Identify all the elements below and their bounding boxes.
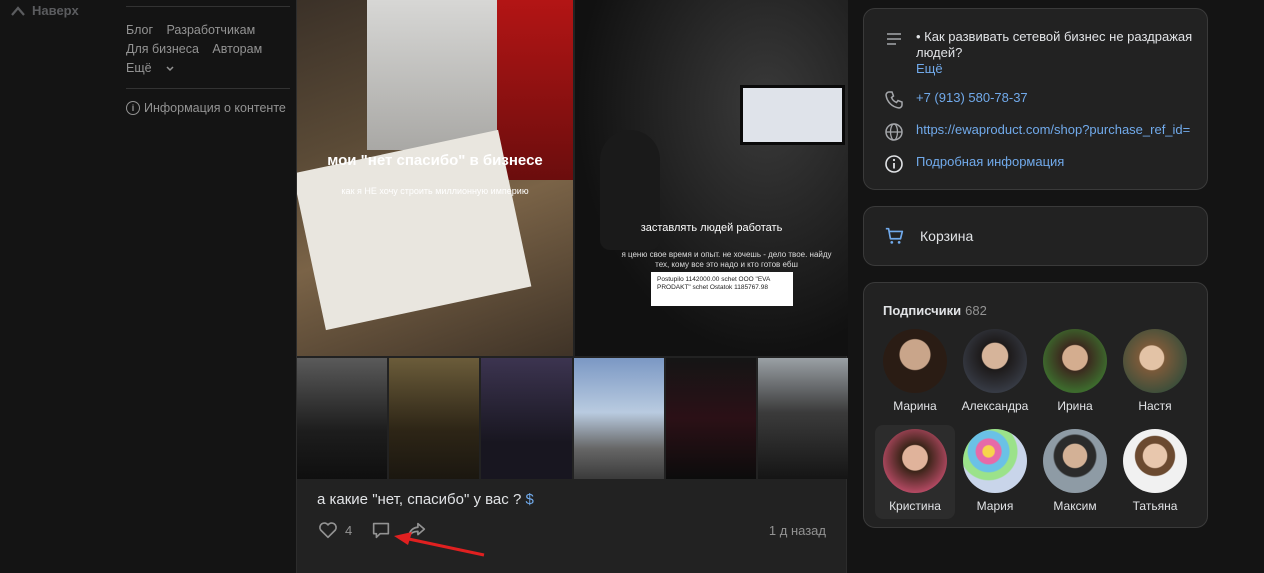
subscriber-name: Мария	[976, 499, 1014, 513]
subscriber-name: Марина	[893, 399, 937, 413]
subscriber-item[interactable]: Ирина	[1035, 329, 1115, 413]
blog-link[interactable]: Блог	[126, 23, 153, 37]
post-photo-main[interactable]: мои "нет спасибо" в бизнесе как я НЕ хоч…	[297, 0, 573, 356]
avatar	[1123, 429, 1187, 493]
subscriber-item[interactable]: Марина	[875, 329, 955, 413]
post-caption: а какие "нет, спасибо" у вас ? $	[317, 491, 534, 508]
community-phone[interactable]: +7 (913) 580-78-37	[916, 90, 1206, 106]
subscriber-name: Кристина	[889, 499, 941, 513]
like-button[interactable]: 4	[317, 519, 352, 541]
avatar	[1123, 329, 1187, 393]
photo-side-title: заставлять людей работать	[640, 222, 783, 234]
subscriber-item[interactable]: Татьяна	[1115, 429, 1195, 513]
subscribers-count: 682	[965, 303, 987, 318]
more-links-button[interactable]: Ещё	[126, 59, 174, 78]
info-icon: i	[126, 101, 140, 115]
avatar	[1043, 429, 1107, 493]
post-card: мои "нет спасибо" в бизнесе как я НЕ хоч…	[296, 0, 849, 573]
photo-side-notification: Postupilo 1142000.00 schet OOO "EVA PROD…	[651, 272, 793, 306]
subscriber-item[interactable]: Кристина	[875, 425, 955, 519]
post-caption-symbol[interactable]: $	[525, 491, 533, 508]
annotation-arrow-icon	[394, 532, 485, 557]
photo-side-text: я ценю свое время и опыт. не хочешь - де…	[621, 250, 832, 269]
cart-icon	[885, 227, 904, 244]
comment-icon	[373, 522, 390, 539]
content-info-label: Информация о контенте	[144, 101, 286, 115]
post-timestamp[interactable]: 1 д назад	[769, 523, 826, 538]
post-thumbnails	[297, 358, 849, 479]
cart-button[interactable]: Корзина	[863, 206, 1208, 266]
avatar	[883, 329, 947, 393]
thumbnail-5[interactable]	[665, 358, 756, 479]
subscriber-name: Максим	[1053, 499, 1097, 513]
photo-bag-shape	[367, 0, 517, 150]
comment-button[interactable]	[370, 519, 392, 541]
thumbnail-6[interactable]	[757, 358, 849, 479]
authors-link[interactable]: Авторам	[212, 42, 262, 56]
description-block: • Как развивать сетевой бизнес не раздра…	[916, 29, 1206, 77]
subscribers-card: Подписчики 682 Марина Александра Ирина На…	[863, 282, 1208, 528]
website-row[interactable]: https://ewaproduct.com/shop?purchase_ref…	[884, 122, 1206, 142]
subscriber-name: Ирина	[1057, 399, 1093, 413]
back-to-top-button[interactable]: Наверх	[10, 3, 79, 18]
details-link[interactable]: Подробная информация	[916, 154, 1206, 170]
post-caption-text: а какие "нет, спасибо" у вас ?	[317, 491, 522, 508]
description-more-link[interactable]: Ещё	[916, 61, 1206, 77]
thumbnail-2[interactable]	[389, 358, 480, 479]
subscriber-name: Татьяна	[1132, 499, 1178, 513]
subscriber-name: Александра	[961, 399, 1029, 413]
photo-screen-shape	[740, 85, 845, 145]
heart-icon	[319, 522, 337, 539]
avatar	[1043, 329, 1107, 393]
like-count: 4	[345, 522, 353, 538]
developers-link[interactable]: Разработчикам	[167, 23, 256, 37]
subscriber-item[interactable]: Максим	[1035, 429, 1115, 513]
subscriber-item[interactable]: Мария	[955, 429, 1035, 513]
photo-main-title: мои "нет спасибо" в бизнесе	[327, 152, 543, 169]
business-link[interactable]: Для бизнеса	[126, 42, 199, 56]
subscriber-name: Настя	[1138, 399, 1172, 413]
avatar	[883, 429, 947, 493]
back-to-top-label: Наверх	[32, 3, 79, 18]
info-circle-icon	[885, 155, 903, 173]
description-row: • Как развивать сетевой бизнес не раздра…	[884, 29, 1206, 77]
globe-icon	[885, 123, 903, 141]
subscriber-item[interactable]: Александра	[955, 329, 1035, 413]
phone-row[interactable]: +7 (913) 580-78-37	[884, 90, 1206, 110]
content-info-link[interactable]: i Информация о контенте	[126, 88, 290, 115]
more-links-label: Ещё	[126, 61, 152, 75]
community-website[interactable]: https://ewaproduct.com/shop?purchase_ref…	[916, 122, 1206, 138]
subscribers-title: Подписчики	[883, 303, 962, 318]
chevron-down-icon	[166, 65, 174, 71]
photo-main-subtitle: как я НЕ хочу строить миллионную империю	[341, 186, 529, 196]
phone-icon	[885, 91, 903, 109]
subscribers-header[interactable]: Подписчики 682	[883, 303, 987, 318]
thumbnail-3[interactable]	[481, 358, 572, 479]
community-description: • Как развивать сетевой бизнес не раздра…	[916, 29, 1193, 60]
details-row[interactable]: Подробная информация	[884, 154, 1206, 174]
post-photo-side[interactable]: заставлять людей работать я ценю свое вр…	[575, 0, 848, 356]
thumbnail-4[interactable]	[573, 358, 664, 479]
avatar	[963, 329, 1027, 393]
thumbnail-1[interactable]	[297, 358, 388, 479]
cart-label: Корзина	[920, 228, 974, 244]
subscriber-item[interactable]: Настя	[1115, 329, 1195, 413]
menu-lines-icon	[887, 33, 901, 45]
avatar	[963, 429, 1027, 493]
chevron-up-icon	[11, 5, 25, 16]
community-info-card: • Как развивать сетевой бизнес не раздра…	[863, 8, 1208, 190]
footer-menu: Блог Разработчикам Для бизнеса Авторам Е…	[126, 0, 290, 115]
